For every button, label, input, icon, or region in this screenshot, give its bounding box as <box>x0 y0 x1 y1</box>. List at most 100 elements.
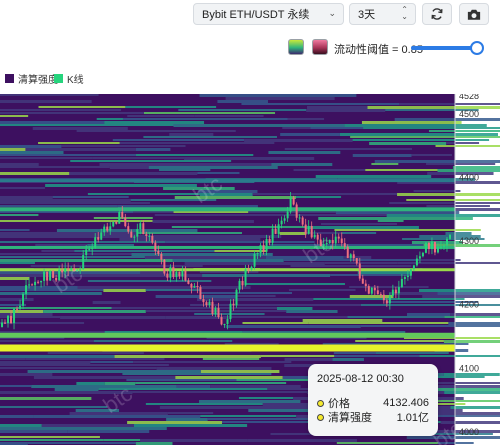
heat-band <box>335 211 460 214</box>
heat-band <box>30 265 203 267</box>
heat-band <box>0 361 91 364</box>
heat-band <box>184 157 315 160</box>
heat-band <box>0 211 134 213</box>
heat-band <box>202 274 331 277</box>
heat-band <box>135 154 254 156</box>
heat-band <box>0 289 104 291</box>
heat-band <box>330 274 412 276</box>
heat-band <box>0 406 108 408</box>
heat-band <box>174 196 297 199</box>
heat-band <box>0 205 118 207</box>
heat-band <box>0 415 34 418</box>
heat-band <box>52 196 129 198</box>
heat-band <box>237 295 276 297</box>
heat-band <box>0 199 131 202</box>
candle-body <box>115 221 118 224</box>
candle-body <box>232 303 235 306</box>
liquidity-slider-thumb[interactable] <box>470 41 484 55</box>
heat-band <box>0 151 64 154</box>
heat-band <box>0 367 157 369</box>
colormap-green-button[interactable] <box>288 39 304 55</box>
heat-band <box>307 106 368 109</box>
heat-band <box>0 253 132 255</box>
candle-body <box>379 294 382 296</box>
time-range-select[interactable]: 3天 ⌃ ⌄ <box>349 3 416 25</box>
liquidity-threshold-label: 流动性阈值 = 0.85 <box>334 44 423 56</box>
heat-band <box>443 340 500 343</box>
candle-body <box>262 245 265 252</box>
legend-item-intensity[interactable]: 清算强度 <box>5 71 58 86</box>
candle-body <box>277 224 280 234</box>
heat-band <box>0 124 174 126</box>
heat-band <box>229 316 348 318</box>
heat-band <box>365 169 438 171</box>
heat-band <box>219 304 361 306</box>
candle-body <box>385 300 388 304</box>
heat-band <box>296 196 342 198</box>
heat-band <box>43 310 146 313</box>
heat-band <box>367 106 500 109</box>
heat-band <box>435 145 500 147</box>
heat-band <box>111 307 277 309</box>
refresh-button[interactable] <box>422 3 452 25</box>
candle-body <box>271 228 274 243</box>
heat-band <box>27 442 136 444</box>
candle-body <box>181 270 184 277</box>
candle-body <box>187 280 190 284</box>
heat-band <box>109 166 149 169</box>
heat-band <box>413 190 461 192</box>
candle-body <box>268 238 271 243</box>
colormap-red-button[interactable] <box>312 39 328 55</box>
candle-body <box>391 289 394 296</box>
legend-label: K线 <box>67 74 84 86</box>
heat-band <box>60 316 166 319</box>
heat-band <box>0 340 94 342</box>
heat-band <box>222 421 308 423</box>
heat-band <box>394 118 500 121</box>
tooltip-intensity-label: 清算强度 <box>328 412 372 424</box>
heat-band <box>122 373 272 375</box>
heat-band <box>90 361 134 363</box>
candle-body <box>421 252 424 257</box>
heat-band <box>140 439 248 442</box>
screenshot-button[interactable] <box>459 3 489 25</box>
candle-body <box>31 284 34 286</box>
heat-band <box>344 124 487 127</box>
tooltip-date: 2025-08-12 00:30 <box>317 373 404 385</box>
heat-band-strong <box>0 344 455 352</box>
heat-band <box>446 142 480 144</box>
heat-band <box>104 121 205 124</box>
candle-body <box>418 256 421 259</box>
heat-band <box>214 250 267 252</box>
heat-band <box>426 163 496 165</box>
tooltip-intensity-value: 1.01亿 <box>396 412 429 424</box>
heat-band <box>252 193 398 195</box>
candle-body <box>445 238 448 246</box>
candle-body <box>13 308 16 324</box>
heat-band <box>406 199 500 201</box>
heat-band <box>279 232 307 235</box>
candle-body <box>265 238 268 252</box>
candle-body <box>253 253 256 267</box>
candle-body <box>175 271 178 278</box>
heat-band <box>217 100 268 103</box>
heat-band <box>276 307 313 310</box>
market-select[interactable]: Bybit ETH/USDT 永续 ⌄ <box>193 3 344 25</box>
heat-band <box>76 382 105 385</box>
candle-body <box>196 285 199 288</box>
heat-band <box>165 241 315 243</box>
heat-band <box>194 115 264 117</box>
heat-band <box>0 109 122 111</box>
candle-body <box>238 280 241 290</box>
liquidity-slider-track[interactable] <box>411 46 479 50</box>
candle-body <box>1 322 3 327</box>
heat-band <box>290 265 412 267</box>
heat-band <box>0 427 167 430</box>
candle-body <box>124 217 127 227</box>
candle-body <box>412 265 415 270</box>
legend-item-kline[interactable]: K线 <box>54 71 84 86</box>
candle-body <box>304 224 307 234</box>
heat-band <box>268 151 341 154</box>
candle-body <box>127 226 130 232</box>
heat-band <box>0 358 26 360</box>
